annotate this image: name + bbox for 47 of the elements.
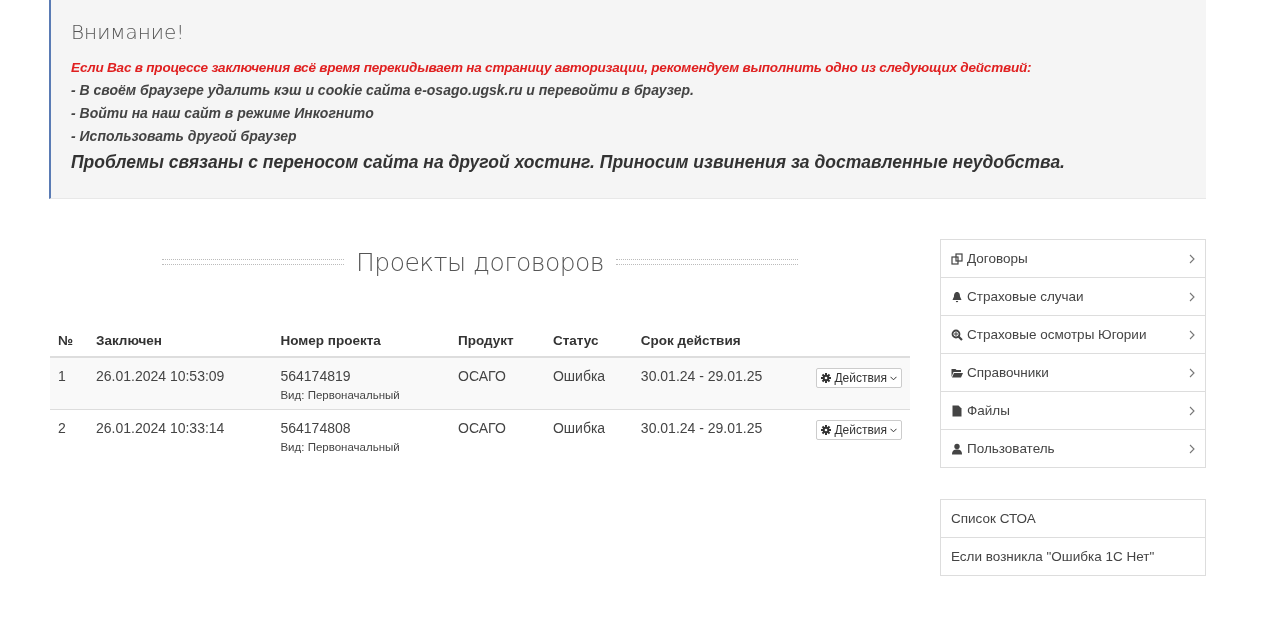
chevron-icon xyxy=(1189,253,1195,264)
table-cell: 30.01.24 - 29.01.25 xyxy=(632,409,809,461)
apology-text: Проблемы связаны с переносом сайта на другой хостинг. Приносим извинения за доставленные неудобства. xyxy=(71,151,1066,174)
menu-item[interactable]: Пользователь xyxy=(941,429,1205,467)
table-cell: ОСАГО xyxy=(450,357,545,410)
actions-button[interactable]: Действия xyxy=(816,368,902,388)
project-type: Вид: Первоначальный xyxy=(280,389,401,401)
menu-item[interactable]: Страховые осмотры Югории xyxy=(941,315,1205,353)
project-number: 564174819 xyxy=(280,368,352,384)
table-cell: Ошибка xyxy=(544,409,633,461)
link-item[interactable]: Если возникла "Ошибка 1С Нет" xyxy=(941,537,1205,575)
menu-item[interactable]: Справочники xyxy=(941,353,1205,391)
user-icon xyxy=(951,442,963,455)
gear-icon xyxy=(821,373,832,383)
caret-icon xyxy=(890,375,897,381)
warning-text: Если Вас в процессе заключения всё время перекидывает на страницу авторизации, рекомендуем выполнить одно из следующих действий: xyxy=(71,59,1033,77)
copy-icon xyxy=(951,252,963,265)
table-cell: 30.01.24 - 29.01.25 xyxy=(632,357,809,410)
table-cell: 2 xyxy=(50,409,88,461)
instruction-text: - Использовать другой браузер xyxy=(71,127,298,146)
actions-button[interactable]: Действия xyxy=(816,420,902,440)
link-item[interactable]: Список СТОА xyxy=(941,500,1205,537)
table-cell: 26.01.2024 10:33:14 xyxy=(87,409,273,461)
folder-icon xyxy=(951,366,963,379)
gear-icon xyxy=(821,425,832,435)
file-icon xyxy=(951,404,963,417)
section-heading: Проекты договоров xyxy=(355,247,604,277)
caret-icon xyxy=(890,427,897,433)
chevron-icon xyxy=(1189,329,1195,340)
table-cell: 26.01.2024 10:53:09 xyxy=(87,357,273,410)
menu-item[interactable]: Файлы xyxy=(941,391,1205,429)
chevron-icon xyxy=(1189,405,1195,416)
instruction-text: - В своём браузере удалить кэш и cookie сайта e-osago.ugsk.ru и перевойти в браузер. xyxy=(71,81,695,100)
notice-title: Внимание! xyxy=(71,20,186,44)
bell-icon xyxy=(951,290,963,303)
project-number: 564174808 xyxy=(280,420,352,436)
menu-item[interactable]: Договоры xyxy=(941,240,1205,277)
chevron-icon xyxy=(1189,291,1195,302)
menu-item[interactable]: Страховые случаи xyxy=(941,277,1205,315)
table-cell: 1 xyxy=(50,357,88,410)
project-type: Вид: Первоначальный xyxy=(280,441,401,453)
table-cell: Ошибка xyxy=(544,357,633,410)
chevron-icon xyxy=(1189,367,1195,378)
magnifier-icon xyxy=(951,328,963,341)
instruction-text: - Войти на наш сайт в режиме Инкогнито xyxy=(71,104,375,123)
table-cell: ОСАГО xyxy=(450,409,545,461)
chevron-icon xyxy=(1189,443,1195,454)
